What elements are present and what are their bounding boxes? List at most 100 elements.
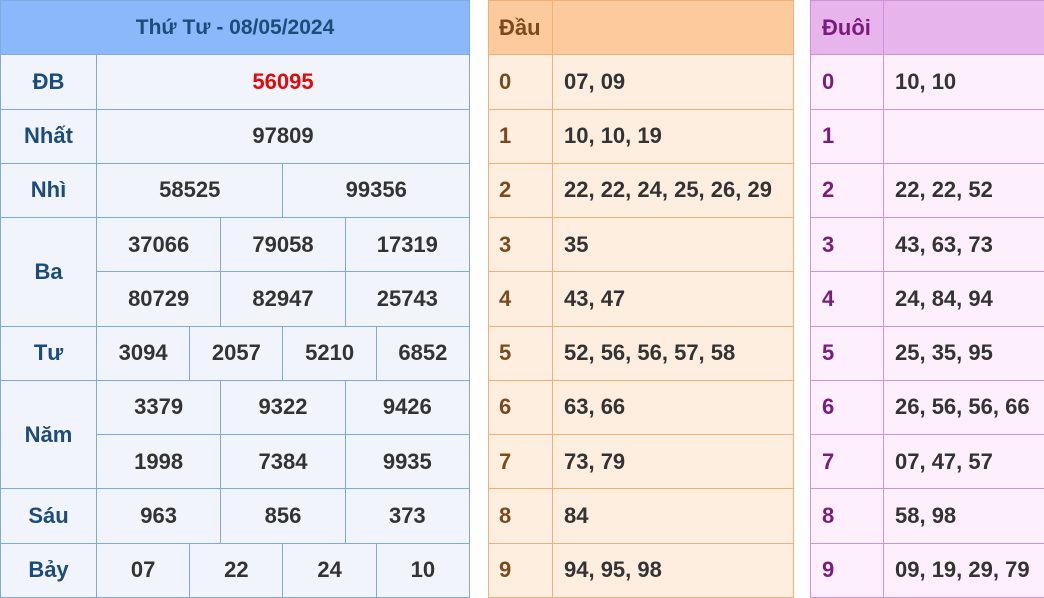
tail-row: 5 25, 35, 95 (810, 325, 1044, 381)
prize-value: 10 (375, 542, 471, 598)
prize-value: 79058 (220, 217, 346, 273)
head-values: 63, 66 (552, 379, 794, 436)
tail-values: 09, 19, 29, 79 (883, 542, 1044, 598)
tail-digit: 6 (810, 379, 884, 436)
head-row: 4 43, 47 (488, 271, 794, 327)
prize-label-nhat: Nhất (0, 108, 97, 164)
head-values: 73, 79 (552, 434, 794, 490)
tail-values: 25, 35, 95 (883, 325, 1044, 381)
prize-value: 373 (344, 488, 471, 544)
prize-value: 22 (189, 542, 284, 598)
prize-label-ba: Ba (0, 217, 97, 327)
prize-value: 2057 (189, 325, 284, 381)
head-row: 7 73, 79 (488, 434, 794, 490)
tail-row: 1 (810, 108, 1044, 164)
tail-values: 26, 56, 56, 66 (883, 379, 1044, 436)
tail-values: 22, 22, 52 (883, 162, 1044, 219)
head-row: 9 94, 95, 98 (488, 542, 794, 598)
prize-label-nhi: Nhì (0, 162, 97, 219)
head-digit: 5 (488, 325, 553, 381)
tail-row: 2 22, 22, 52 (810, 162, 1044, 219)
tail-values: 10, 10 (883, 54, 1044, 110)
prize-value: 3094 (95, 325, 191, 381)
tail-values (883, 108, 1044, 164)
head-values: 22, 22, 24, 25, 26, 29 (552, 162, 794, 219)
tail-row: 6 26, 56, 56, 66 (810, 379, 1044, 436)
head-values: 94, 95, 98 (552, 542, 794, 598)
tail-values: 07, 47, 57 (883, 434, 1044, 490)
head-digit: 9 (488, 542, 553, 598)
tail-digit: 5 (810, 325, 884, 381)
prize-value: 99356 (282, 162, 470, 219)
prize-value: 6852 (375, 325, 471, 381)
prize-value: 07 (95, 542, 191, 598)
head-digit: 4 (488, 271, 553, 327)
prize-row-nhat: Nhất 97809 (0, 108, 470, 164)
prize-value: 97809 (96, 108, 470, 164)
head-values: 07, 09 (552, 54, 794, 110)
head-values: 43, 47 (552, 271, 794, 327)
results-table: Thứ Tư - 08/05/2024 ĐB 56095 Nhất 97809 … (0, 0, 471, 598)
head-digit: 7 (488, 434, 553, 490)
prize-row-nhi: Nhì 58525 99356 (0, 162, 470, 219)
prize-value: 963 (95, 488, 222, 544)
head-digit: 6 (488, 379, 553, 436)
tail-digit-table: Đuôi 0 10, 10 1 2 22, 22, 52 3 43, 63, 73 4… (810, 0, 1044, 598)
head-digit: 1 (488, 108, 553, 164)
tail-digit: 7 (810, 434, 884, 490)
head-digit: 3 (488, 217, 553, 273)
prize-label-tu: Tư (0, 325, 97, 381)
head-row: 0 07, 09 (488, 54, 794, 110)
head-values: 35 (552, 217, 794, 273)
prize-value: 9426 (344, 379, 471, 436)
tail-table-title: Đuôi (810, 0, 884, 56)
tail-values: 43, 63, 73 (883, 217, 1044, 273)
prize-value: 5210 (282, 325, 377, 381)
head-values: 84 (552, 488, 794, 544)
tail-digit: 8 (810, 488, 884, 544)
special-prize-value: 56095 (96, 54, 470, 110)
head-row: 5 52, 56, 56, 57, 58 (488, 325, 794, 381)
prize-label-bay: Bảy (0, 542, 97, 598)
prize-row-ba: Ba 37066 79058 17319 (0, 217, 471, 327)
tail-row: 0 10, 10 (810, 54, 1044, 110)
prize-row-db: ĐB 56095 (0, 54, 470, 110)
results-date-title: Thứ Tư - 08/05/2024 (0, 0, 470, 56)
prize-value: 856 (220, 488, 346, 544)
head-digit: 8 (488, 488, 553, 544)
prize-value: 9322 (220, 379, 346, 436)
tail-row: 9 09, 19, 29, 79 (810, 542, 1044, 598)
prize-value: 25743 (344, 271, 471, 327)
tail-values: 24, 84, 94 (883, 271, 1044, 327)
head-table-title: Đầu (488, 0, 553, 56)
tail-digit: 9 (810, 542, 884, 598)
prize-row-bay: Bảy 07 22 24 10 (0, 542, 471, 598)
prize-value: 58525 (95, 162, 284, 219)
head-row: 2 22, 22, 24, 25, 26, 29 (488, 162, 794, 219)
tail-values: 58, 98 (883, 488, 1044, 544)
prize-value: 37066 (95, 217, 222, 273)
prize-label-db: ĐB (0, 54, 97, 110)
tail-row: 4 24, 84, 94 (810, 271, 1044, 327)
prize-value: 3379 (95, 379, 222, 436)
tail-digit: 2 (810, 162, 884, 219)
prize-value: 9935 (344, 434, 471, 490)
tail-row: 8 58, 98 (810, 488, 1044, 544)
head-digit: 0 (488, 54, 553, 110)
head-row: 6 63, 66 (488, 379, 794, 436)
prize-value: 7384 (220, 434, 346, 490)
head-digit-table: Đầu 0 07, 09 1 10, 10, 19 2 22, 22, 24, 25,… (488, 0, 794, 598)
head-row: 3 35 (488, 217, 794, 273)
prize-row-tu: Tư 3094 2057 5210 6852 (0, 325, 471, 381)
head-values: 10, 10, 19 (552, 108, 794, 164)
prize-row-sau: Sáu 963 856 373 (0, 488, 471, 544)
head-digit: 2 (488, 162, 553, 219)
tail-digit: 4 (810, 271, 884, 327)
prize-value: 24 (282, 542, 377, 598)
head-table-header-blank (552, 0, 794, 56)
prize-value: 17319 (344, 217, 471, 273)
tail-digit: 1 (810, 108, 884, 164)
head-row: 1 10, 10, 19 (488, 108, 794, 164)
prize-row-nam: Năm 3379 9322 9426 (0, 379, 471, 490)
head-row: 8 84 (488, 488, 794, 544)
